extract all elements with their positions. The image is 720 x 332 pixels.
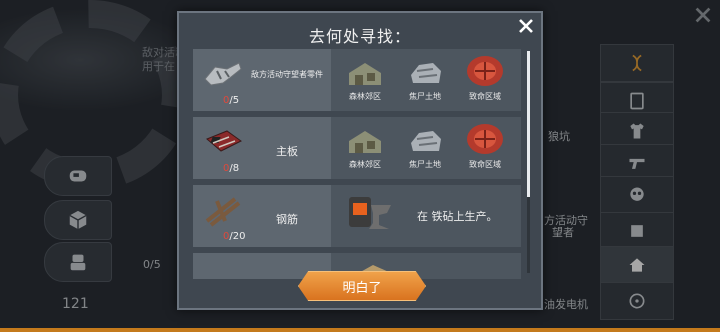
scrollbar-thumb[interactable] bbox=[527, 51, 530, 197]
item-need: /5 bbox=[229, 95, 240, 106]
item-name: 主板 bbox=[276, 145, 298, 158]
burnt-land-icon bbox=[411, 131, 441, 151]
where-to-find-dialog: 去何处寻找： 敌方活动守望者零件 0/5 森林郊区 焦尸土地 致命区域 主板 0… bbox=[177, 11, 543, 310]
item-name: 钢筋 bbox=[276, 213, 298, 226]
item-list[interactable]: 敌方活动守望者零件 0/5 森林郊区 焦尸土地 致命区域 主板 0/8 森林郊区… bbox=[193, 49, 525, 279]
anvil-icon[interactable] bbox=[345, 191, 395, 237]
ok-button[interactable]: 明白了 bbox=[298, 271, 426, 301]
item-count: 0/5 bbox=[223, 95, 239, 106]
location-deadly-zone[interactable]: 致命区域 bbox=[457, 53, 513, 102]
produce-text: 在 铁砧上生产。 bbox=[417, 210, 498, 223]
item-cell: 钢筋 0/20 bbox=[193, 185, 331, 247]
dialog-close-icon[interactable] bbox=[517, 17, 535, 35]
location-label: 致命区域 bbox=[469, 92, 501, 101]
location-forest-suburb[interactable]: 森林郊区 bbox=[337, 53, 393, 102]
item-name: 敌方活动守望者零件 bbox=[251, 70, 323, 79]
item-cell: 敌方活动守望者零件 0/5 bbox=[193, 49, 331, 111]
mech-parts-icon bbox=[204, 62, 242, 86]
location-label: 焦尸土地 bbox=[409, 92, 441, 101]
deadly-zone-icon bbox=[467, 124, 503, 154]
item-count: 0/8 bbox=[223, 163, 239, 174]
item-need: /8 bbox=[229, 163, 240, 174]
burnt-land-icon bbox=[411, 63, 441, 83]
location-label: 焦尸土地 bbox=[409, 160, 441, 169]
produce-cell: 在 铁砧上生产。 bbox=[331, 185, 521, 247]
location-label: 致命区域 bbox=[469, 160, 501, 169]
list-item: 敌方活动守望者零件 0/5 森林郊区 焦尸土地 致命区域 bbox=[193, 49, 521, 111]
dialog-title: 去何处寻找： bbox=[308, 27, 411, 46]
location-burnt-land[interactable]: 焦尸土地 bbox=[397, 121, 453, 170]
list-item: 钢筋 0/20 在 铁砧上生产。 bbox=[193, 185, 521, 247]
location-label: 森林郊区 bbox=[349, 92, 381, 101]
item-need: /20 bbox=[229, 231, 246, 242]
location-forest-suburb[interactable]: 森林郊区 bbox=[337, 121, 393, 170]
list-item: 主板 0/8 森林郊区 焦尸土地 致命区域 bbox=[193, 117, 521, 179]
forest-suburb-icon bbox=[349, 63, 381, 85]
location-label: 森林郊区 bbox=[349, 160, 381, 169]
locations-cell: 森林郊区 焦尸土地 致命区域 bbox=[331, 49, 521, 111]
item-cell: 主板 0/8 bbox=[193, 117, 331, 179]
location-burnt-land[interactable]: 焦尸土地 bbox=[397, 53, 453, 102]
item-count: 0/20 bbox=[223, 231, 245, 242]
motherboard-icon bbox=[206, 130, 242, 152]
locations-cell: 森林郊区 焦尸土地 致命区域 bbox=[331, 117, 521, 179]
rebar-icon bbox=[205, 197, 241, 227]
bottom-accent-bar bbox=[0, 328, 720, 332]
forest-suburb-icon bbox=[349, 131, 381, 153]
location-deadly-zone[interactable]: 致命区域 bbox=[457, 121, 513, 170]
deadly-zone-icon bbox=[467, 56, 503, 86]
